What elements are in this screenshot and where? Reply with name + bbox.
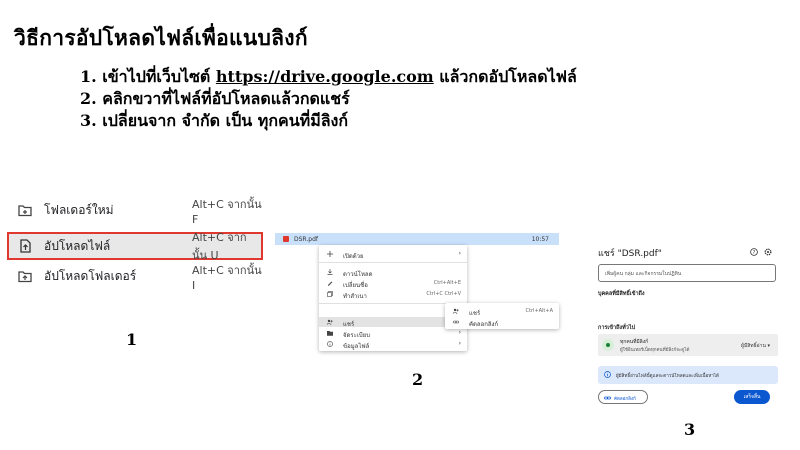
share-dialog: แชร์ "DSR.pdf" ? เพิ่มผู้คน กลุ่ม และกิจ… xyxy=(590,238,786,410)
panel-number-1: 1 xyxy=(126,330,138,349)
menu-item-file-upload[interactable]: อัปโหลดไฟล์ Alt+C จากนั้น U xyxy=(7,231,263,262)
menu-item-shortcut: Alt+C จากนั้น F xyxy=(192,197,262,226)
chevron-right-icon: › xyxy=(458,329,461,336)
ctx-download[interactable]: ดาวน์โหลด xyxy=(319,267,467,278)
info-icon xyxy=(604,371,611,378)
step-3: 3. เปลี่ยนจาก จำกัด เป็น ทุกคนที่มีลิงก์ xyxy=(80,111,349,130)
add-people-placeholder: เพิ่มผู้คน กลุ่ม และกิจกรรมในปฏิทิน xyxy=(605,271,682,277)
file-upload-icon xyxy=(20,239,31,253)
ctx-label: ทำสำเนา xyxy=(343,293,367,300)
sub-label: คัดลอกลิงก์ xyxy=(469,321,499,328)
new-folder-icon xyxy=(18,205,32,217)
menu-item-label: โฟลเดอร์ใหม่ xyxy=(44,202,114,217)
menu-item-new-folder[interactable]: โฟลเดอร์ใหม่ Alt+C จากนั้น F xyxy=(0,196,266,226)
help-icon[interactable]: ? xyxy=(750,248,758,256)
role-dropdown[interactable]: ผู้มีสิทธิ์อ่าน ▾ xyxy=(741,342,770,350)
general-access-heading: การเข้าถึงทั่วไป xyxy=(598,325,636,331)
download-icon xyxy=(327,269,333,275)
ctx-label: ข้อมูลไฟล์ xyxy=(343,343,370,350)
context-menu: เปิดด้วย › ดาวน์โหลด เปลี่ยนชื่อ Ctrl+Al… xyxy=(319,245,467,351)
ctx-shortcut: Ctrl+C Ctrl+V xyxy=(426,291,461,297)
ctx-file-info[interactable]: ข้อมูลไฟล์ › xyxy=(319,339,467,350)
panel-number-2: 2 xyxy=(412,370,424,389)
ctx-shortcut: Ctrl+Alt+E xyxy=(433,280,461,286)
chevron-right-icon: › xyxy=(458,250,461,257)
open-with-icon xyxy=(327,251,333,257)
sub-shortcut: Ctrl+Alt+A xyxy=(525,308,553,314)
sub-share[interactable]: แชร์ Ctrl+Alt+A xyxy=(445,306,559,317)
share-icon xyxy=(327,319,333,325)
ctx-rename[interactable]: เปลี่ยนชื่อ Ctrl+Alt+E xyxy=(319,278,467,289)
ctx-label: เปิดด้วย xyxy=(343,253,364,260)
menu-item-folder-upload[interactable]: อัปโหลดโฟลเดอร์ Alt+C จากนั้น I xyxy=(0,262,266,292)
info-banner: ผู้มีสิทธิ์อ่านไฟล์นี้ดูแลจะดาวน์โหลดและ… xyxy=(598,366,778,384)
step-1: 1. เข้าไปที่เว็บไซต์ https://drive.googl… xyxy=(80,66,577,88)
link-icon xyxy=(604,396,611,400)
menu-item-shortcut: Alt+C จากนั้น I xyxy=(192,263,262,292)
ctx-make-copy[interactable]: ทำสำเนา Ctrl+C Ctrl+V xyxy=(319,289,467,300)
chevron-right-icon: › xyxy=(458,340,461,347)
copy-icon xyxy=(327,291,333,297)
copy-link-label: คัดลอกลิงก์ xyxy=(614,397,636,402)
drive-link[interactable]: https://drive.google.com xyxy=(216,67,434,86)
step-2: 2. คลิกขวาที่ไฟล์ที่อัปโหลดแล้วกดแชร์ xyxy=(80,89,350,108)
link-icon xyxy=(453,320,459,324)
file-time: 10:57 xyxy=(531,236,549,243)
share-icon xyxy=(453,308,459,314)
caret-down-icon: ▾ xyxy=(767,343,770,349)
gear-icon[interactable] xyxy=(764,248,772,256)
svg-text:?: ? xyxy=(753,250,756,256)
copy-link-button[interactable]: คัดลอกลิงก์ xyxy=(598,390,648,404)
step-1-prefix: 1. เข้าไปที่เว็บไซต์ xyxy=(80,67,216,86)
dialog-title: แชร์ "DSR.pdf" xyxy=(598,249,662,259)
new-menu-panel: โฟลเดอร์ใหม่ Alt+C จากนั้น F อัปโหลดไฟล์… xyxy=(0,190,272,295)
step-1-suffix: แล้วกดอัปโหลดไฟล์ xyxy=(433,67,577,86)
divider xyxy=(319,262,467,263)
info-text: ผู้มีสิทธิ์อ่านไฟล์นี้ดูแลจะดาวน์โหลดและ… xyxy=(616,374,719,379)
ctx-organize[interactable]: จัดระเบียบ › xyxy=(319,328,467,339)
file-name: DSR.pdf xyxy=(294,236,319,243)
globe-icon xyxy=(602,339,614,351)
people-section-heading: บุคคลที่มีสิทธิ์เข้าถึง xyxy=(598,291,645,297)
add-people-input[interactable]: เพิ่มผู้คน กลุ่ม และกิจกรรมในปฏิทิน xyxy=(598,264,776,282)
panel-number-3: 3 xyxy=(684,420,696,439)
file-row[interactable]: DSR.pdf 10:57 xyxy=(275,233,559,245)
access-subtitle: ผู้ใช้อินเทอร์เน็ตทุกคนที่มีลิงก์จะดูได้ xyxy=(620,348,690,353)
organize-icon xyxy=(327,331,333,336)
ctx-open-with[interactable]: เปิดด้วย › xyxy=(319,249,467,260)
done-button[interactable]: เสร็จสิ้น xyxy=(734,390,770,404)
menu-item-label: อัปโหลดไฟล์ xyxy=(44,238,111,253)
menu-item-label: อัปโหลดโฟลเดอร์ xyxy=(44,268,137,283)
info-icon xyxy=(327,341,333,347)
sub-copy-link[interactable]: คัดลอกลิงก์ xyxy=(445,317,559,328)
pdf-icon xyxy=(283,236,289,242)
access-title[interactable]: ทุกคนที่มีลิงก์ xyxy=(620,338,648,346)
folder-upload-icon xyxy=(18,271,32,283)
general-access-row[interactable]: ทุกคนที่มีลิงก์ ผู้ใช้อินเทอร์เน็ตทุกคนท… xyxy=(598,334,778,356)
instruction-steps: 1. เข้าไปที่เว็บไซต์ https://drive.googl… xyxy=(80,66,577,132)
rename-icon xyxy=(328,281,333,286)
page-title: วิธีการอัปโหลดไฟล์เพื่อแนบลิงก์ xyxy=(14,25,308,50)
context-menu-panel: DSR.pdf 10:57 เปิดด้วย › ดาวน์โหลด เปลี่… xyxy=(275,230,563,354)
share-submenu: แชร์ Ctrl+Alt+A คัดลอกลิงก์ xyxy=(445,303,559,329)
menu-item-shortcut: Alt+C จากนั้น U xyxy=(192,231,247,262)
role-label: ผู้มีสิทธิ์อ่าน xyxy=(741,343,766,349)
